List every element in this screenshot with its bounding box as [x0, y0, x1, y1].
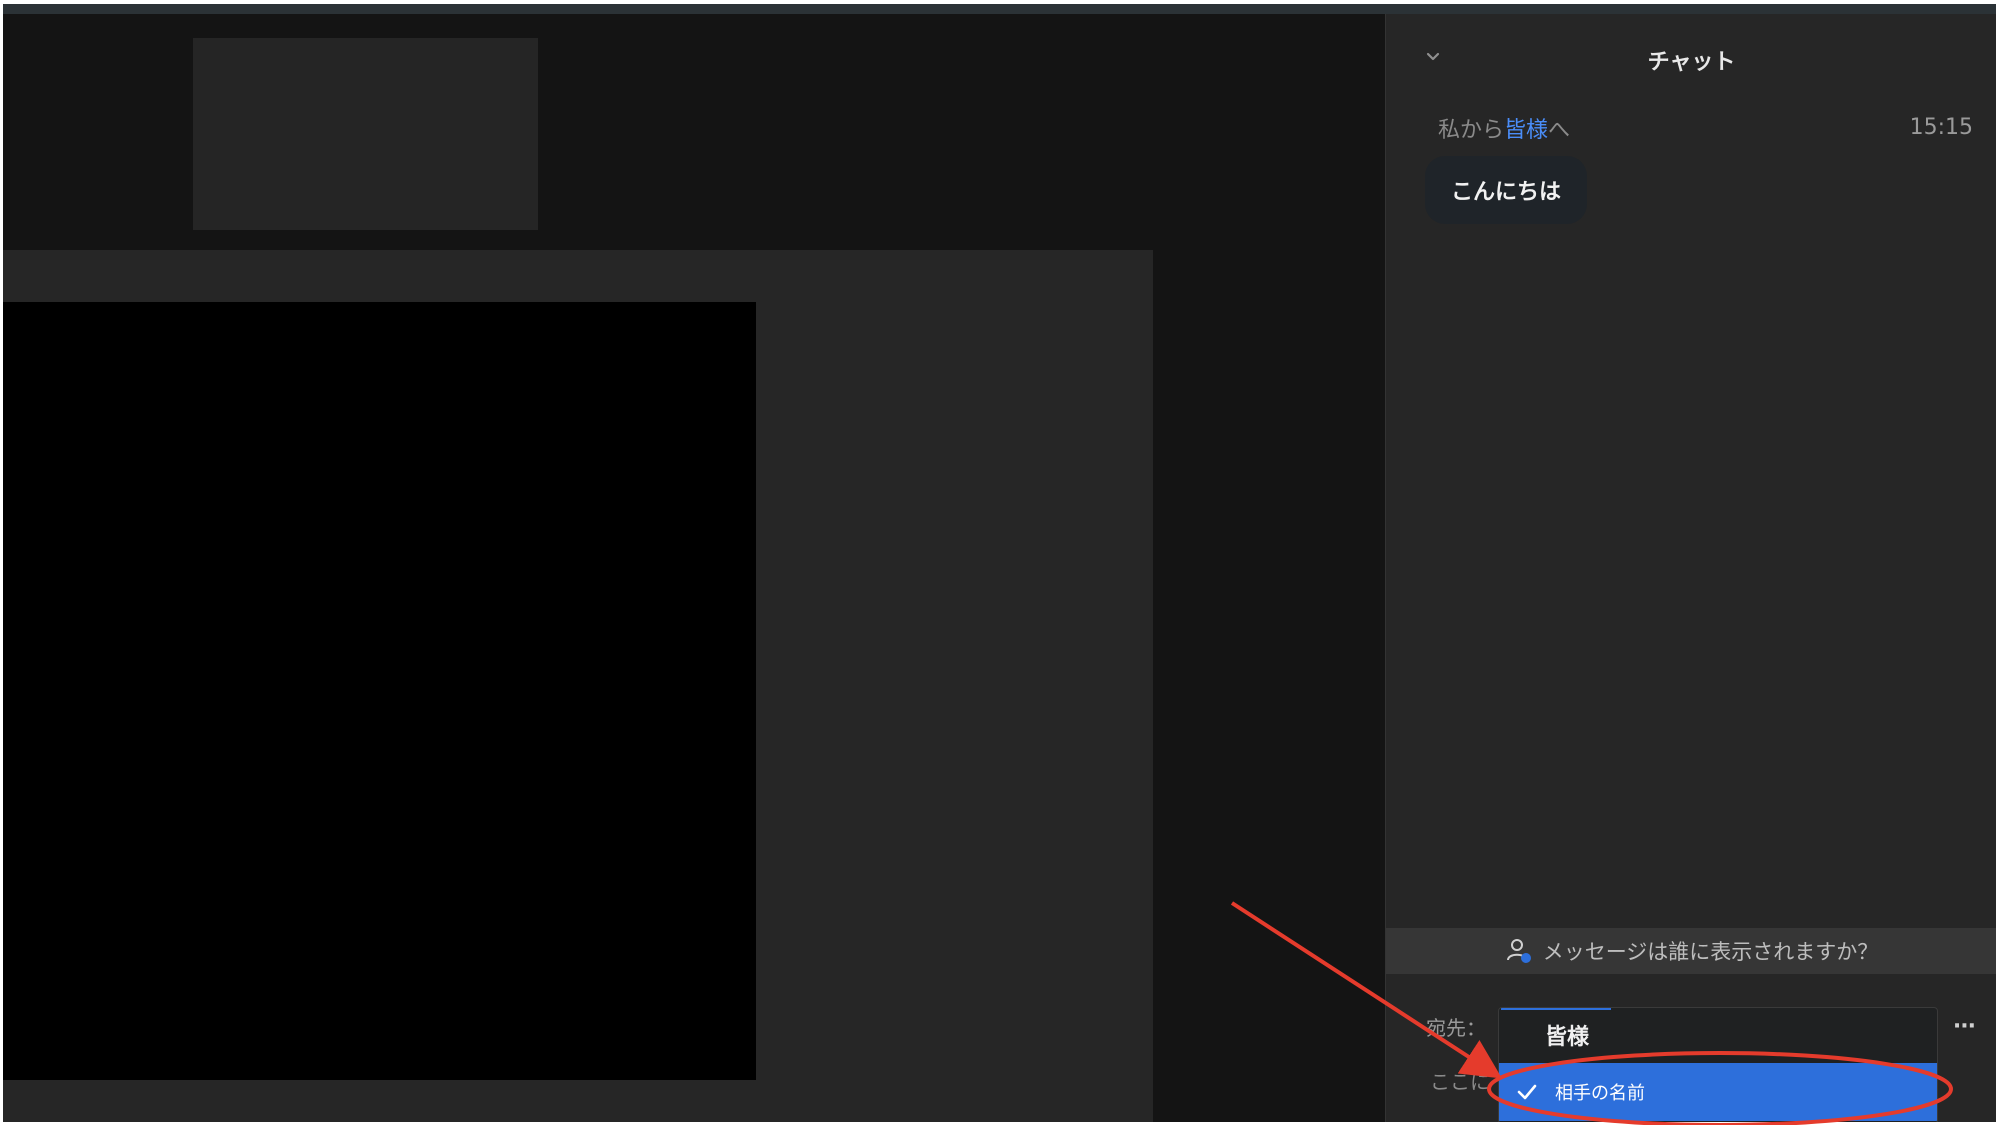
chat-panel: チャット 私から皆様へ 15:15 こんにちは メッセージは誰に表示されますか？… [1385, 14, 1996, 1122]
visibility-info-bar[interactable]: メッセージは誰に表示されますか？ [1386, 928, 1996, 974]
message-recipient: 皆様 [1504, 118, 1549, 143]
title-bar [3, 4, 1996, 14]
recipient-option-partner[interactable]: 相手の名前 [1499, 1063, 1937, 1121]
chat-header: チャット [1386, 14, 1996, 84]
shared-screen-content [3, 302, 756, 1080]
screenshot-frame: チャット 私から皆様へ 15:15 こんにちは メッセージは誰に表示されますか？… [0, 0, 1999, 1125]
meeting-window: チャット 私から皆様へ 15:15 こんにちは メッセージは誰に表示されますか？… [3, 4, 1996, 1122]
more-icon[interactable]: ··· [1953, 1014, 1976, 1039]
message-to-suffix: へ [1548, 118, 1571, 143]
video-area [3, 14, 1385, 1122]
message-bubble[interactable]: こんにちは [1425, 156, 1588, 224]
participant-thumbnail[interactable] [193, 38, 538, 230]
chat-title: チャット [1647, 50, 1736, 75]
message-timestamp: 15:15 [1909, 115, 1973, 140]
recipient-dropdown[interactable]: 皆様 相手の名前 [1498, 1007, 1938, 1122]
checkmark-icon [1517, 1084, 1537, 1100]
recipient-label: 宛先： [1426, 1016, 1486, 1040]
shared-screen-area [3, 250, 1153, 1122]
recipient-option-label: 相手の名前 [1555, 1083, 1645, 1104]
message-input[interactable]: ここに [1430, 1066, 1490, 1095]
message-from: 私から [1438, 118, 1505, 143]
recipient-option-everyone[interactable]: 皆様 [1499, 1008, 1937, 1061]
person-icon [1506, 939, 1531, 963]
message-sender-line: 私から皆様へ [1438, 112, 1570, 144]
visibility-prompt: メッセージは誰に表示されますか？ [1542, 940, 1879, 964]
recipient-option-label: 皆様 [1545, 1024, 1590, 1050]
